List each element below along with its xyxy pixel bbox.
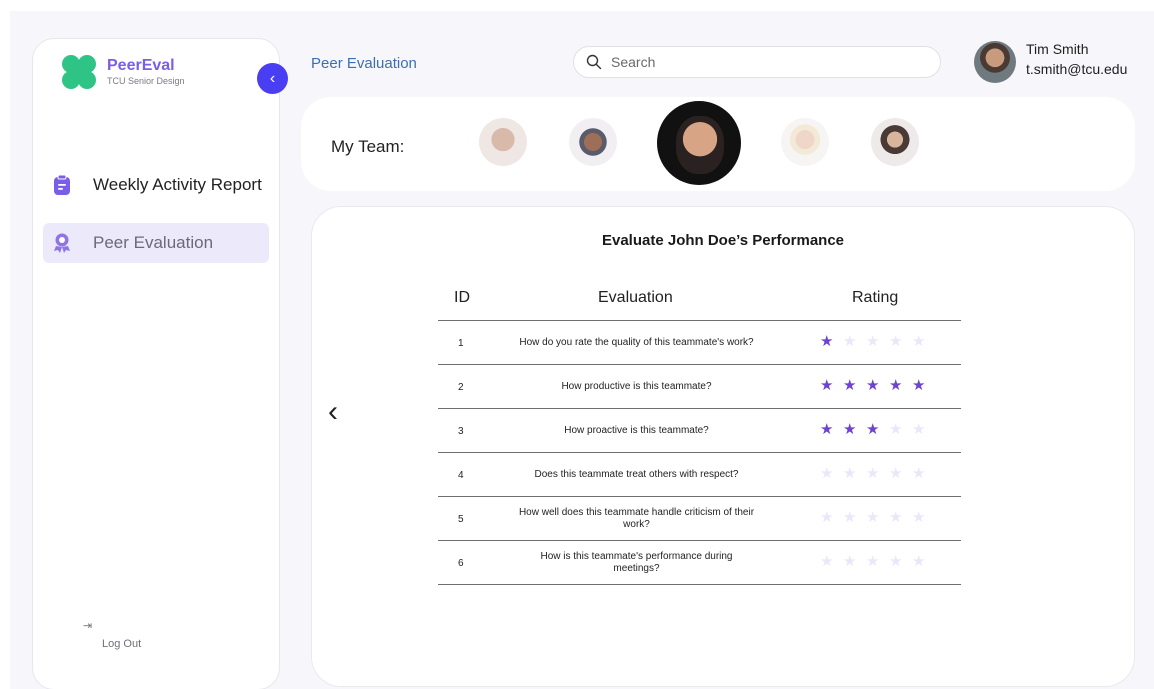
- team-member-avatar-4[interactable]: [781, 118, 829, 166]
- star-icon[interactable]: ★: [866, 378, 889, 394]
- star-icon[interactable]: ★: [866, 334, 889, 350]
- search-icon: [586, 54, 602, 70]
- star-icon[interactable]: ★: [912, 510, 935, 526]
- sidebar-item-label: Weekly Activity Report: [93, 175, 262, 194]
- logout-button[interactable]: Log Out: [102, 638, 141, 650]
- star-icon[interactable]: ★: [889, 378, 912, 394]
- sidebar-item-weekly-activity-report[interactable]: Weekly Activity Report: [43, 165, 269, 205]
- table-row: 4 Does this teammate treat others with re…: [438, 453, 961, 497]
- evaluation-table: ID Evaluation Rating 1 How do you rate th…: [438, 285, 961, 585]
- star-icon[interactable]: ★: [912, 334, 935, 350]
- table-row: 6 How is this teammate's performance duri…: [438, 541, 961, 585]
- sidebar-item-peer-evaluation[interactable]: Peer Evaluation: [43, 223, 269, 263]
- search-bar[interactable]: [573, 46, 941, 78]
- team-member-avatar-1[interactable]: [479, 118, 527, 166]
- star-rating[interactable]: ★ ★ ★ ★ ★: [820, 378, 935, 394]
- evaluation-title: Evaluate John Doe’s Performance: [601, 232, 845, 249]
- star-icon[interactable]: ★: [866, 422, 889, 438]
- table-row: 2 How productive is this teammate? ★ ★ ★ ★ ★: [438, 365, 961, 409]
- row-question: How proactive is this teammate?: [564, 425, 709, 436]
- page-title: Peer Evaluation: [311, 55, 417, 72]
- star-icon[interactable]: ★: [889, 334, 912, 350]
- star-icon[interactable]: ★: [843, 554, 866, 570]
- star-icon[interactable]: ★: [820, 334, 843, 350]
- column-header-id: ID: [454, 289, 470, 306]
- star-icon[interactable]: ★: [843, 378, 866, 394]
- row-id: 2: [458, 381, 464, 393]
- row-question: How do you rate the quality of this team…: [519, 337, 754, 348]
- row-id: 4: [458, 469, 464, 481]
- row-id: 1: [458, 337, 464, 349]
- team-member-avatar-5[interactable]: [871, 118, 919, 166]
- star-icon[interactable]: ★: [889, 422, 912, 438]
- evaluation-card: ‹ Evaluate John Doe’s Performance ID Eva…: [311, 206, 1135, 687]
- collapse-sidebar-button[interactable]: ‹: [257, 63, 288, 94]
- row-id: 3: [458, 425, 464, 437]
- star-icon[interactable]: ★: [912, 422, 935, 438]
- logo-icon: [62, 55, 96, 89]
- star-icon[interactable]: ★: [889, 510, 912, 526]
- star-icon[interactable]: ★: [820, 378, 843, 394]
- award-icon: [54, 233, 70, 253]
- star-icon[interactable]: ★: [866, 554, 889, 570]
- star-rating[interactable]: ★ ★ ★ ★ ★: [820, 422, 935, 438]
- brand-subtitle: TCU Senior Design: [107, 76, 185, 86]
- sidebar: PeerEval TCU Senior Design ‹ Weekly Acti…: [32, 38, 288, 689]
- star-rating[interactable]: ★ ★ ★ ★ ★: [820, 466, 935, 482]
- star-icon[interactable]: ★: [889, 466, 912, 482]
- sidebar-item-label: Peer Evaluation: [93, 233, 214, 252]
- star-icon[interactable]: ★: [843, 510, 866, 526]
- star-icon[interactable]: ★: [866, 510, 889, 526]
- table-row: 5 How well does this teammate handle crit…: [438, 497, 961, 541]
- star-icon[interactable]: ★: [912, 554, 935, 570]
- row-id: 5: [458, 513, 464, 525]
- column-header-evaluation: Evaluation: [598, 289, 673, 306]
- chevron-left-icon: ‹: [269, 69, 276, 87]
- team-label: My Team:: [331, 137, 405, 156]
- search-input[interactable]: [611, 54, 911, 70]
- row-question: How is this teammate's performance durin…: [540, 551, 733, 574]
- team-member-avatar-selected[interactable]: [657, 101, 741, 185]
- star-icon[interactable]: ★: [866, 466, 889, 482]
- star-icon[interactable]: ★: [820, 422, 843, 438]
- team-member-avatar-2[interactable]: [569, 118, 617, 166]
- star-rating[interactable]: ★ ★ ★ ★ ★: [820, 554, 935, 570]
- team-bar: My Team:: [301, 97, 1135, 191]
- user-email: t.smith@tcu.edu: [1026, 61, 1128, 77]
- logout-icon[interactable]: ⇥: [83, 619, 97, 633]
- row-id: 6: [458, 557, 464, 569]
- table-row: 1 How do you rate the quality of this tea…: [438, 321, 961, 365]
- chevron-left-icon: ‹: [328, 395, 338, 428]
- row-question: Does this teammate treat others with res…: [534, 469, 739, 480]
- star-icon[interactable]: ★: [820, 510, 843, 526]
- user-name: Tim Smith: [1026, 41, 1089, 57]
- star-icon[interactable]: ★: [843, 422, 866, 438]
- star-rating[interactable]: ★ ★ ★ ★ ★: [820, 334, 935, 350]
- previous-member-button[interactable]: ‹: [328, 397, 338, 427]
- star-icon[interactable]: ★: [820, 554, 843, 570]
- row-question: How productive is this teammate?: [561, 381, 712, 392]
- brand-name: PeerEval: [107, 57, 175, 74]
- user-avatar[interactable]: [974, 41, 1016, 83]
- column-header-rating: Rating: [852, 289, 899, 306]
- table-header: ID Evaluation Rating: [438, 285, 961, 321]
- star-icon[interactable]: ★: [843, 334, 866, 350]
- star-rating[interactable]: ★ ★ ★ ★ ★: [820, 510, 935, 526]
- table-row: 3 How proactive is this teammate? ★ ★ ★ ★ ★: [438, 409, 961, 453]
- star-icon[interactable]: ★: [912, 378, 935, 394]
- star-icon[interactable]: ★: [889, 554, 912, 570]
- star-icon[interactable]: ★: [820, 466, 843, 482]
- star-icon[interactable]: ★: [912, 466, 935, 482]
- star-icon[interactable]: ★: [843, 466, 866, 482]
- row-question: How well does this teammate handle criti…: [518, 507, 755, 530]
- clipboard-icon: [54, 174, 70, 195]
